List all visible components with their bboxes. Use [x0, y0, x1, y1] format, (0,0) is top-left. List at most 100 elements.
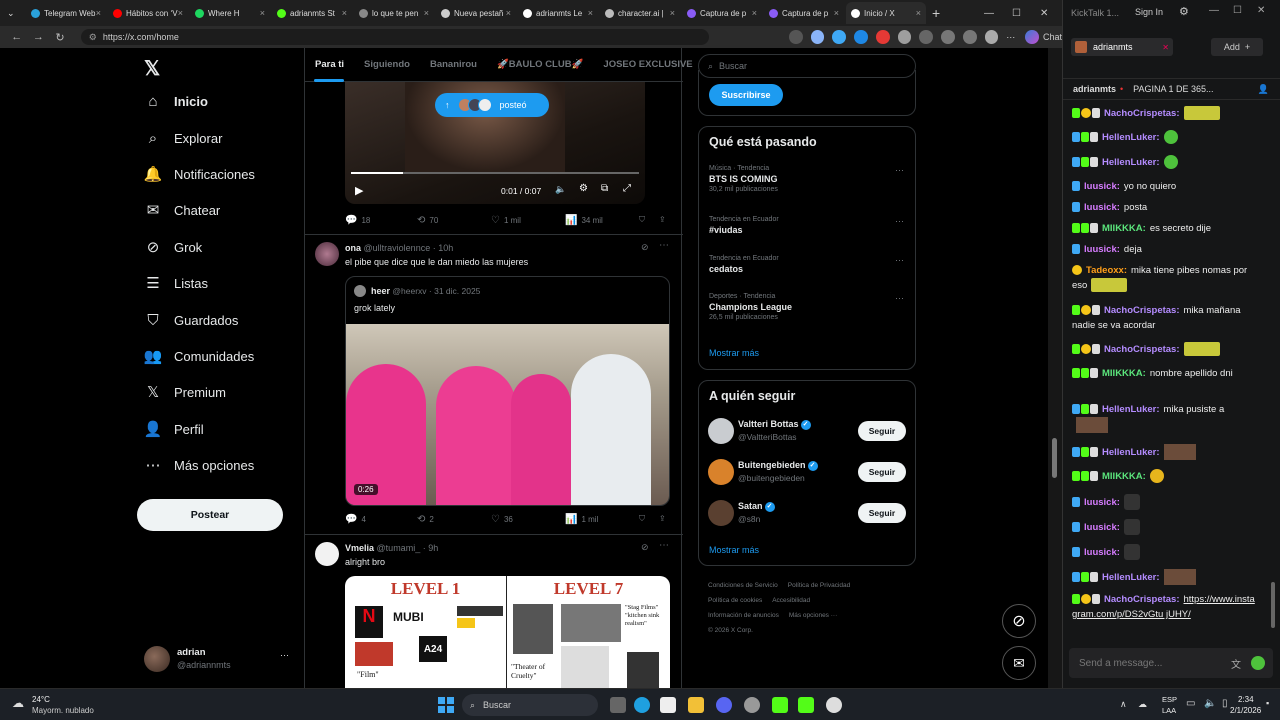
favorites-icon[interactable] — [962, 30, 977, 44]
reload-button[interactable]: ↻ — [49, 31, 71, 44]
volume-icon[interactable]: 🔈 — [555, 184, 566, 195]
share-icon[interactable]: ⇪ — [659, 514, 666, 523]
sidebar-item-más-opciones[interactable]: ⋯ Más opciones — [144, 456, 255, 474]
follow-button[interactable]: Seguir — [858, 462, 906, 482]
trend-item[interactable]: Tendencia en Ecuador #viudas ⋯ — [709, 216, 909, 235]
volume-icon[interactable]: 🔈 — [1204, 698, 1216, 709]
url-field[interactable]: ⚙ https://x.com/home — [80, 29, 709, 45]
extension-icon[interactable] — [788, 30, 803, 44]
scrollbar-thumb[interactable] — [1052, 438, 1057, 478]
likes-action[interactable]: ♡ 36 — [491, 514, 513, 525]
chat-username[interactable]: MIIKKKA: — [1102, 223, 1146, 234]
post-image[interactable]: LEVEL 1 LEVEL 7 N MUBI A24 "Film" "Theat… — [345, 576, 670, 688]
post-author-name[interactable]: ona — [345, 243, 361, 253]
sidebar-item-perfil[interactable]: 👤 Perfil — [144, 420, 204, 438]
chat-username[interactable]: MIIKKKA: — [1102, 471, 1146, 482]
trend-item[interactable]: Tendencia en Ecuador cedatos ⋯ — [709, 255, 909, 274]
chat-username[interactable]: luusick: — [1084, 547, 1120, 558]
chat-username[interactable]: HellenLuker: — [1102, 404, 1160, 415]
post-button[interactable]: Postear — [137, 499, 283, 531]
sidebar-item-inicio[interactable]: ⌂ Inicio — [144, 92, 207, 110]
browser-tab[interactable]: lo que te pen × — [354, 2, 434, 24]
close-tab-icon[interactable]: × — [916, 8, 921, 18]
follow-name[interactable]: Satan ✓ — [738, 501, 775, 512]
browser-tab[interactable]: Inicio / X × — [846, 2, 926, 24]
chat-username[interactable]: NachoCrispetas: — [1104, 305, 1180, 316]
bookmark-icon[interactable]: ⛉ — [639, 215, 645, 225]
chat-username[interactable]: NachoCrispetas: — [1104, 594, 1180, 605]
add-channel-button[interactable]: Add + — [1211, 38, 1263, 56]
tray-chevron-icon[interactable]: ∧ — [1120, 699, 1127, 710]
trend-more-icon[interactable]: ⋯ — [895, 216, 904, 227]
minimize-button[interactable]: — — [984, 8, 994, 19]
follow-avatar[interactable] — [708, 500, 734, 526]
grok-icon[interactable]: ⊘ — [641, 542, 649, 553]
x-logo-icon[interactable]: 𝕏 — [144, 56, 160, 81]
taskbar-search[interactable]: ⌕ Buscar — [462, 694, 598, 716]
back-button[interactable]: ← — [6, 31, 28, 43]
settings-icon[interactable]: ⚙ — [1179, 5, 1189, 18]
follow-name[interactable]: Buitengebieden ✓ — [738, 460, 818, 471]
account-switcher[interactable]: adrian @adriannmts ··· — [144, 644, 294, 674]
chat-username[interactable]: MIIKKKA: — [1102, 368, 1146, 379]
post-avatar[interactable] — [315, 242, 339, 266]
page-scrollbar[interactable] — [1048, 48, 1062, 688]
new-tab-button[interactable]: + — [932, 5, 940, 21]
chat-username[interactable]: HellenLuker: — [1102, 132, 1160, 143]
chat-username[interactable]: HellenLuker: — [1102, 572, 1160, 583]
sign-in-button[interactable]: Sign In — [1135, 7, 1163, 17]
tab-list-menu[interactable]: ⌄ — [2, 2, 24, 24]
replies-action[interactable]: 💬 4 — [345, 514, 366, 525]
chat-username[interactable]: luusick: — [1084, 522, 1120, 533]
sidebar-item-grok[interactable]: ⊘ Grok — [144, 238, 202, 256]
chat-scrollbar[interactable] — [1271, 582, 1275, 628]
kick-icon[interactable] — [798, 697, 814, 713]
chat-username[interactable]: NachoCrispetas: — [1104, 108, 1180, 119]
sidebar-item-listas[interactable]: ☰ Listas — [144, 274, 208, 292]
follow-avatar[interactable] — [708, 459, 734, 485]
follow-button[interactable]: Seguir — [858, 503, 906, 523]
quoted-video[interactable]: 0:26 — [346, 324, 669, 505]
trends-show-more[interactable]: Mostrar más — [709, 348, 759, 358]
sidebar-item-comunidades[interactable]: 👥 Comunidades — [144, 347, 255, 365]
sidebar-item-guardados[interactable]: ⛉ Guardados — [144, 311, 238, 329]
extension-icon[interactable] — [854, 30, 868, 44]
sidebar-item-chatear[interactable]: ✉ Chatear — [144, 201, 221, 219]
feed-tab[interactable]: Siguiendo — [364, 59, 410, 70]
browser-tab[interactable]: Telegram Web × — [26, 2, 106, 24]
extension-icon[interactable] — [875, 30, 890, 44]
sidebar-item-notificaciones[interactable]: 🔔 Notificaciones — [144, 165, 255, 183]
more-menu-icon[interactable]: ⋯ — [1006, 32, 1015, 43]
start-button[interactable] — [438, 697, 454, 713]
extension-icon[interactable] — [897, 30, 912, 44]
extension-icon[interactable] — [919, 30, 934, 44]
chrome-icon[interactable] — [744, 697, 760, 713]
close-tab-icon[interactable]: × — [424, 8, 429, 18]
user-icon[interactable]: 👤 — [1258, 84, 1269, 95]
feed-tab[interactable]: Para ti — [315, 59, 344, 70]
chat-username[interactable]: Tadeoxx: — [1086, 265, 1127, 276]
file-explorer-icon[interactable] — [688, 697, 704, 713]
close-tab-icon[interactable]: × — [834, 8, 839, 18]
new-posts-pill[interactable]: ↑ posteó — [435, 93, 549, 117]
bookmark-star-icon[interactable] — [810, 30, 825, 44]
bookmark-icon[interactable]: ⛉ — [639, 514, 645, 524]
post-author-handle[interactable]: @tumami_ · 9h — [377, 543, 439, 553]
reposts-action[interactable]: ⟲ 2 — [417, 514, 434, 525]
trend-item[interactable]: Deportes · Tendencia Champions League 26,5… — [709, 293, 909, 321]
post-more-icon[interactable]: ⋯ — [659, 540, 669, 551]
chat-username[interactable]: luusick: — [1084, 181, 1120, 192]
follow-button[interactable]: Seguir — [858, 421, 906, 441]
maximize-button[interactable]: ☐ — [1012, 8, 1021, 19]
footer-link[interactable]: Condiciones de Servicio — [708, 582, 778, 589]
video-progress-track[interactable] — [351, 172, 639, 174]
share-icon[interactable]: ⇪ — [659, 215, 666, 224]
onedrive-icon[interactable]: ☁ — [1138, 699, 1147, 710]
sidebar-item-explorar[interactable]: ⌕ Explorar — [144, 129, 223, 147]
play-icon[interactable]: ▶ — [355, 184, 363, 197]
picture-in-picture-icon[interactable]: ⧉ — [601, 183, 608, 194]
browser-tab[interactable]: Captura de p × — [682, 2, 762, 24]
sidebar-item-premium[interactable]: 𝕏 Premium — [144, 383, 226, 401]
close-window-button[interactable]: ✕ — [1040, 8, 1048, 19]
notification-icon[interactable]: ▪ — [1266, 698, 1269, 708]
